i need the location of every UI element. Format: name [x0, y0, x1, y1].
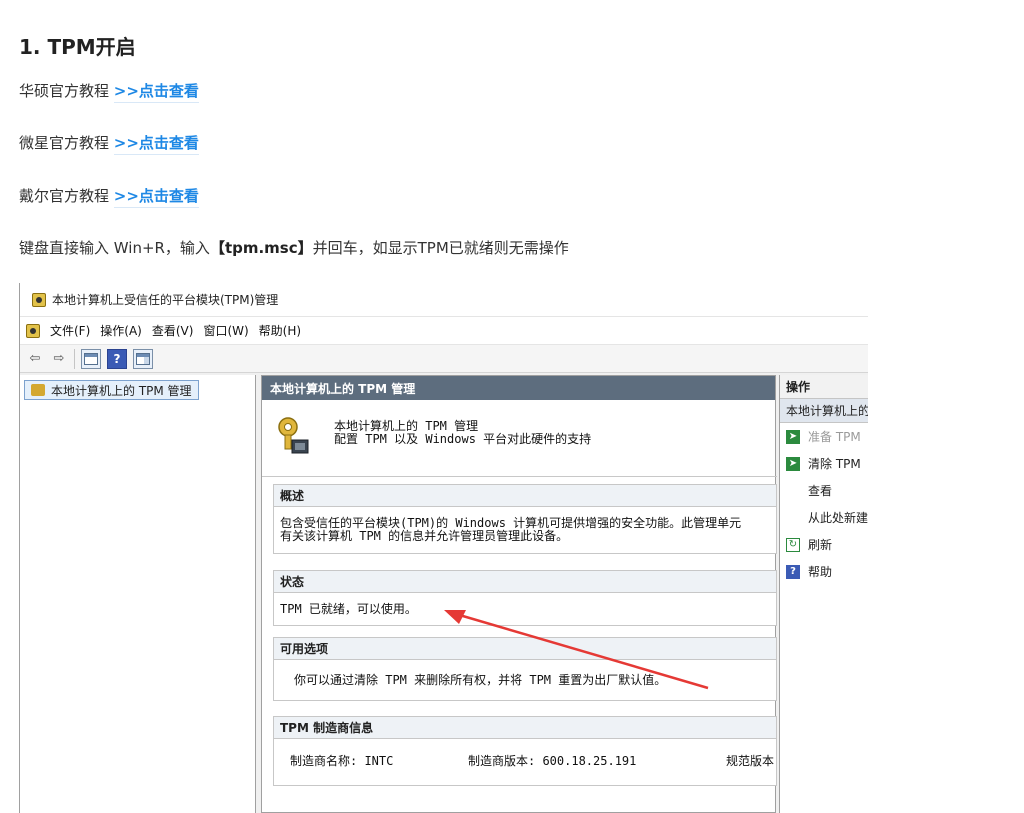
overview-section: 概述 包含受信任的平台模块(TPM)的 Windows 计算机可提供增强的安全功… [273, 484, 777, 554]
action-refresh[interactable]: ↻ 刷新 [780, 531, 868, 558]
action-pane-icon[interactable] [133, 348, 153, 369]
back-icon[interactable]: ⇦ [26, 350, 44, 368]
tpm-key-icon [278, 417, 309, 454]
action-label: 清除 TPM [808, 457, 861, 471]
tpm-app-icon [32, 292, 46, 307]
toolbar: ⇦ ⇨ ? [20, 345, 868, 373]
instruction-part1: 键盘直接输入 Win+R，输入 [19, 239, 210, 257]
instruction-command: 【tpm.msc】 [209, 239, 313, 257]
actions-heading: 操作 [780, 375, 868, 399]
manufacturer-version: 制造商版本: 600.18.25.191 [468, 754, 637, 768]
intro-description: 配置 TPM 以及 Windows 平台对此硬件的支持 [334, 432, 592, 446]
instruction-part2: 并回车，如显示TPM已就绪则无需操作 [312, 239, 569, 257]
overview-heading: 概述 [274, 485, 776, 507]
help-icon: ? [786, 564, 800, 579]
tutorial-link-asus[interactable]: >>点击查看 [113, 82, 199, 103]
tutorial-line-msi: 微星官方教程 >>点击查看 [19, 132, 199, 155]
intro-block: 本地计算机上的 TPM 管理 配置 TPM 以及 Windows 平台对此硬件的… [272, 406, 772, 472]
action-view[interactable]: 查看 [780, 477, 868, 504]
window-titlebar: 本地计算机上受信任的平台模块(TPM)管理 [20, 283, 868, 317]
menu-file[interactable]: 文件(F) [50, 322, 90, 339]
status-section: 状态 TPM 已就绪，可以使用。 [273, 570, 777, 626]
menu-window[interactable]: 窗口(W) [203, 322, 248, 339]
details-pane: 本地计算机上的 TPM 管理 本地计算机上的 TPM 管理 配置 TPM 以及 … [261, 375, 777, 813]
tree-item-label: 本地计算机上的 TPM 管理 [51, 383, 192, 398]
spec-version: 规范版本 [726, 754, 775, 768]
action-new-window[interactable]: 从此处新建窗口 [780, 504, 868, 531]
article-title: 1. TPM开启 [19, 35, 136, 59]
tree-item-tpm-management[interactable]: 本地计算机上的 TPM 管理 [24, 380, 199, 400]
action-label: 准备 TPM [808, 430, 861, 444]
status-text: TPM 已就绪，可以使用。 [280, 602, 417, 616]
options-heading: 可用选项 [274, 638, 776, 660]
action-label: 帮助 [808, 565, 833, 579]
action-help[interactable]: ? 帮助 [780, 558, 868, 585]
window-title: 本地计算机上受信任的平台模块(TPM)管理 [52, 293, 279, 307]
menu-help[interactable]: 帮助(H) [259, 322, 301, 339]
green-arrow-icon: ➤ [786, 429, 800, 444]
overview-text-line2: 有关该计算机 TPM 的信息并允许管理员管理此设备。 [280, 529, 569, 543]
menu-action[interactable]: 操作(A) [100, 322, 142, 339]
instruction-line: 键盘直接输入 Win+R，输入【tpm.msc】并回车，如显示TPM已就绪则无需… [19, 237, 569, 258]
console-tree-pane: 本地计算机上的 TPM 管理 [20, 375, 256, 813]
options-section: 可用选项 你可以通过清除 TPM 来删除所有权，并将 TPM 重置为出厂默认值。 [273, 637, 777, 701]
toolbar-divider [74, 348, 75, 369]
actions-pane: 操作 本地计算机上的 TPM 管理 ➤ 准备 TPM ➤ 清除 TPM 查看 从… [779, 375, 868, 813]
menu-view[interactable]: 查看(V) [152, 322, 194, 339]
status-heading: 状态 [274, 571, 776, 593]
forward-icon[interactable]: ⇨ [50, 350, 68, 368]
divider [262, 476, 777, 477]
options-text: 你可以通过清除 TPM 来删除所有权，并将 TPM 重置为出厂默认值。 [294, 673, 667, 687]
actions-subheading[interactable]: 本地计算机上的 TPM 管理 [780, 399, 868, 423]
tutorial-link-dell[interactable]: >>点击查看 [113, 187, 199, 208]
tpm-key-icon [31, 384, 45, 396]
tutorial-link-msi[interactable]: >>点击查看 [113, 134, 199, 155]
action-label: 查看 [808, 484, 833, 498]
action-clear-tpm[interactable]: ➤ 清除 TPM [780, 450, 868, 477]
manufacturer-heading: TPM 制造商信息 [274, 717, 776, 739]
manufacturer-name: 制造商名称: INTC [290, 754, 394, 768]
manufacturer-section: TPM 制造商信息 制造商名称: INTC 制造商版本: 600.18.25.1… [273, 716, 777, 786]
refresh-icon: ↻ [786, 537, 800, 552]
tutorial-label: 微星官方教程 [19, 134, 114, 152]
action-prepare-tpm[interactable]: ➤ 准备 TPM [780, 423, 868, 450]
tpm-console-screenshot: 本地计算机上受信任的平台模块(TPM)管理 文件(F) 操作(A) 查看(V) … [19, 283, 868, 813]
details-header: 本地计算机上的 TPM 管理 [262, 376, 775, 400]
help-icon[interactable]: ? [107, 348, 127, 369]
tutorial-line-dell: 戴尔官方教程 >>点击查看 [19, 185, 199, 208]
action-label: 刷新 [808, 538, 833, 552]
console-menu-icon[interactable] [26, 323, 40, 338]
menu-bar: 文件(F) 操作(A) 查看(V) 窗口(W) 帮助(H) [20, 317, 868, 345]
console-tree-icon[interactable] [81, 348, 101, 369]
tutorial-label: 华硕官方教程 [19, 82, 114, 100]
tutorial-line-asus: 华硕官方教程 >>点击查看 [19, 80, 199, 103]
green-arrow-icon: ➤ [786, 456, 800, 471]
tutorial-label: 戴尔官方教程 [19, 187, 114, 205]
action-label: 从此处新建窗口 [808, 511, 868, 525]
